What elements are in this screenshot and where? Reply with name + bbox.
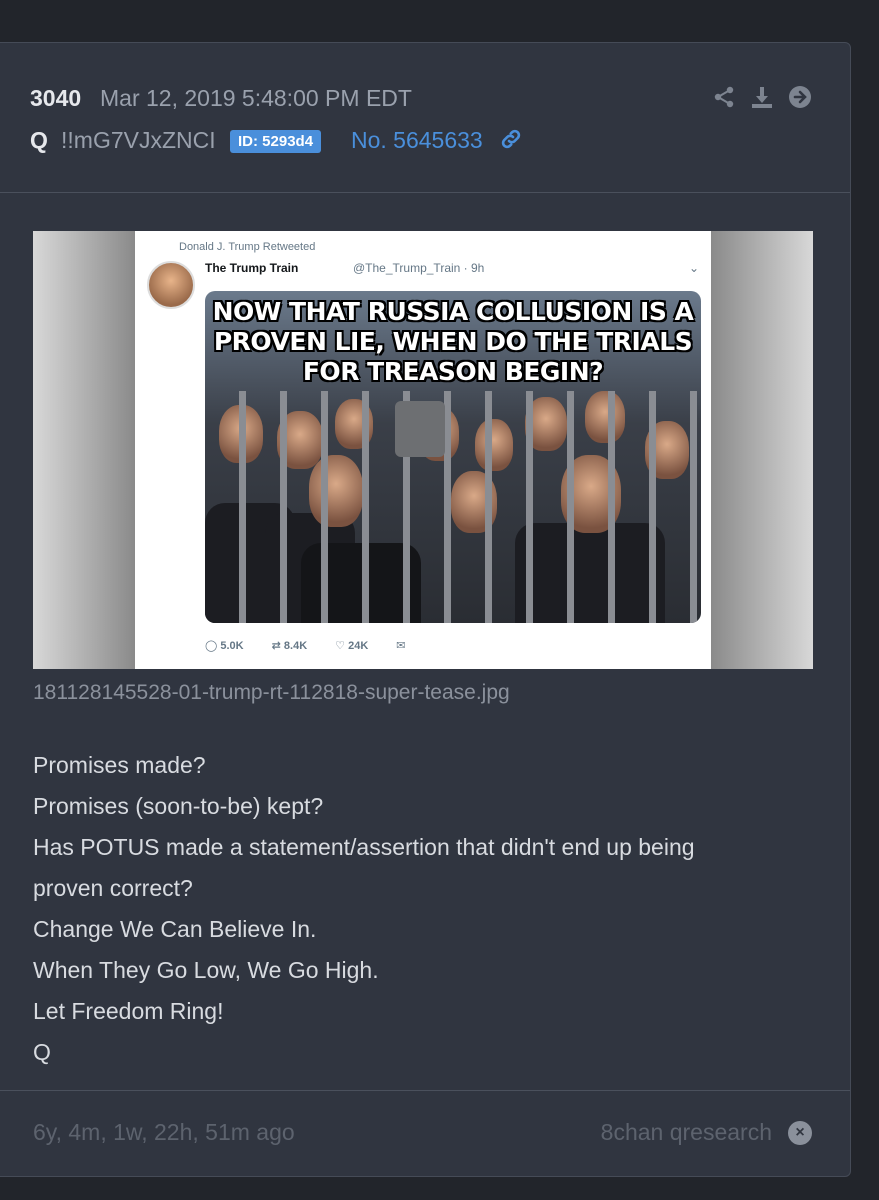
retweet-count: ⇄ 8.4K xyxy=(271,640,308,652)
tweet-stats: ◯ 5.0K ⇄ 8.4K ♡ 24K ✉ xyxy=(205,639,405,652)
image-filename[interactable]: 181128145528-01-trump-rt-112818-super-te… xyxy=(33,681,510,705)
like-count: ♡ 24K xyxy=(335,640,369,652)
body-line: Promises made? xyxy=(33,752,206,778)
link-icon[interactable] xyxy=(499,127,523,151)
body-line: Has POTUS made a statement/assertion tha… xyxy=(33,834,695,860)
tweet-handle: @The_Trump_Train · 9h xyxy=(353,261,485,275)
source-label[interactable]: 8chan qresearch xyxy=(601,1119,772,1146)
image-blur-right xyxy=(711,231,813,669)
meme-image: NOW THAT RUSSIA COLLUSION IS A PROVEN LI… xyxy=(205,291,701,623)
tripcode: !!mG7VJxZNCI xyxy=(61,127,216,153)
retweet-line: Donald J. Trump Retweeted xyxy=(179,241,316,253)
body-line: When They Go Low, We Go High. xyxy=(33,957,379,983)
image-blur-left xyxy=(33,231,135,669)
body-line: Change We Can Believe In. xyxy=(33,916,317,942)
body-line: Let Freedom Ring! xyxy=(33,998,224,1024)
close-icon[interactable]: × xyxy=(788,1121,812,1145)
post-footer: 6y, 4m, 1w, 22h, 51m ago 8chan qresearch… xyxy=(0,1090,850,1176)
post-body: Promises made? Promises (soon-to-be) kep… xyxy=(33,745,695,1073)
chevron-down-icon: ⌄ xyxy=(688,261,699,275)
body-line: proven correct? xyxy=(33,875,193,901)
prison-bars xyxy=(205,391,701,623)
meme-caption: NOW THAT RUSSIA COLLUSION IS A PROVEN LI… xyxy=(212,297,694,386)
body-line: Q xyxy=(33,1039,51,1065)
time-ago: 6y, 4m, 1w, 22h, 51m ago xyxy=(33,1119,295,1145)
post-date: Mar 12, 2019 5:48:00 PM EDT xyxy=(100,85,412,111)
author-name: Q xyxy=(30,127,48,153)
tweet-screenshot: Donald J. Trump Retweeted The Trump Trai… xyxy=(135,231,711,669)
share-icon[interactable] xyxy=(712,85,736,109)
message-icon: ✉ xyxy=(396,640,406,652)
post-actions xyxy=(712,85,812,109)
reply-count: ◯ 5.0K xyxy=(205,640,244,652)
post-header: 3040 Mar 12, 2019 5:48:00 PM EDT Q !!mG7… xyxy=(0,43,850,193)
body-line: Promises (soon-to-be) kept? xyxy=(33,793,324,819)
avatar xyxy=(147,261,195,309)
post-number: 3040 xyxy=(30,85,82,111)
arrow-right-icon[interactable] xyxy=(788,85,812,109)
tweet-author-name: The Trump Train xyxy=(205,261,299,275)
post-number-link[interactable]: No. 5645633 xyxy=(351,127,483,154)
id-badge[interactable]: ID: 5293d4 xyxy=(230,130,322,153)
post-image[interactable]: Donald J. Trump Retweeted The Trump Trai… xyxy=(33,231,813,669)
download-icon[interactable] xyxy=(750,85,774,109)
padlock xyxy=(395,401,445,457)
post-card: 3040 Mar 12, 2019 5:48:00 PM EDT Q !!mG7… xyxy=(0,42,851,1177)
